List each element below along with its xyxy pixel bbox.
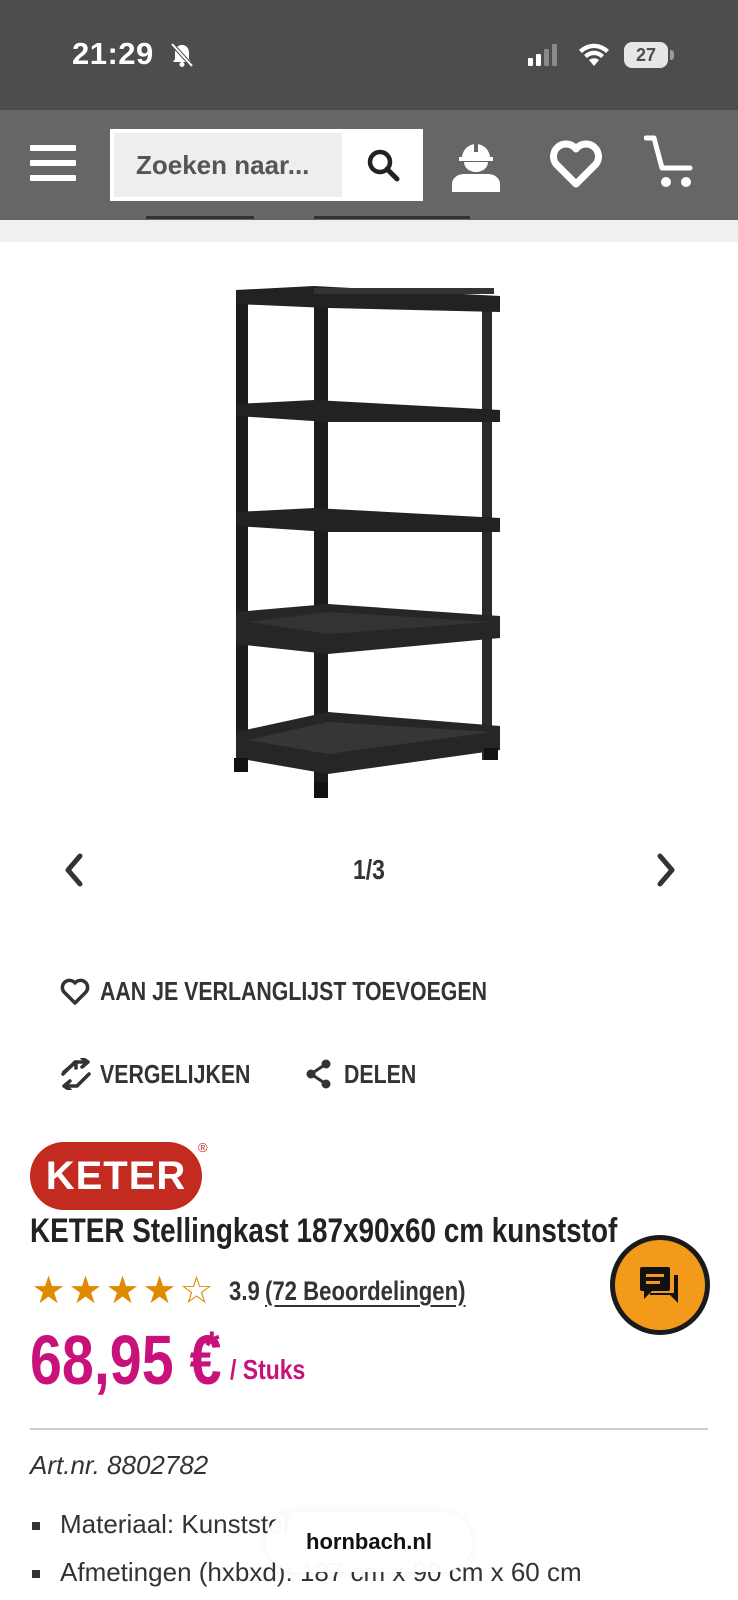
article-number: Art.nr. 8802782 [30, 1450, 209, 1480]
registered-mark: ® [198, 1140, 208, 1155]
product-title: KETER Stellingkast 187x90x60 cm kunststo… [30, 1212, 618, 1250]
divider [30, 1428, 708, 1430]
menu-icon[interactable] [30, 142, 78, 184]
chevron-right-icon [657, 853, 675, 887]
heart-icon [60, 978, 90, 1005]
gallery-counter: 1/3 [353, 854, 385, 885]
price-block: 68,95 € * / Stuks [30, 1320, 305, 1400]
share-label: DELEN [344, 1058, 417, 1089]
battery-icon: 27 [624, 42, 674, 68]
wishlist-heart-icon[interactable] [550, 140, 602, 188]
search-input[interactable] [114, 133, 342, 197]
header-tab-indicator [146, 216, 254, 219]
rating-stars: ★ ★ ★ ★ ☆ [30, 1271, 215, 1311]
status-time: 21:29 [72, 36, 154, 71]
star-empty-icon: ☆ [179, 1270, 214, 1312]
product-rating: ★ ★ ★ ★ ☆ 3.9 (72 Beoordelingen) [30, 1270, 509, 1312]
add-to-wishlist-button[interactable]: AAN JE VERLANGLIJST TOEVOEGEN [60, 976, 572, 1007]
search-box [110, 129, 423, 201]
browser-url-bar[interactable]: hornbach.nl [266, 1512, 472, 1572]
star-full-icon: ★ [105, 1270, 140, 1312]
battery-level: 27 [635, 45, 657, 65]
bell-muted-icon [170, 42, 194, 68]
star-full-icon: ★ [142, 1270, 177, 1312]
compare-label: VERGELIJKEN [100, 1058, 251, 1089]
reviews-link[interactable]: (72 Beoordelingen) [265, 1276, 466, 1307]
compare-arrows-icon [61, 1058, 91, 1090]
header-spacer [0, 220, 738, 242]
gallery-next-button[interactable] [648, 850, 684, 890]
signal-icon [528, 44, 557, 66]
price-unit: / Stuks [230, 1354, 306, 1385]
star-full-icon: ★ [31, 1270, 66, 1312]
account-icon[interactable] [450, 136, 502, 192]
wifi-icon [579, 43, 609, 66]
search-button[interactable] [346, 133, 419, 197]
compare-button[interactable]: VERGELIJKEN [60, 1058, 284, 1090]
site-header [0, 110, 738, 220]
gallery-nav: 1/3 [0, 840, 738, 900]
share-button[interactable]: DELEN [304, 1058, 432, 1090]
chat-button[interactable] [610, 1235, 710, 1335]
price-footnote-marker: * [204, 1324, 220, 1368]
cart-icon[interactable] [644, 134, 700, 190]
price-value: 68,95 € [30, 1321, 222, 1399]
status-bar: 21:29 27 [0, 0, 738, 110]
search-icon [367, 149, 399, 182]
star-full-icon: ★ [68, 1270, 103, 1312]
add-to-wishlist-label: AAN JE VERLANGLIJST TOEVOEGEN [100, 976, 487, 1006]
product-image[interactable] [222, 282, 512, 812]
header-tab-indicator [314, 216, 470, 219]
share-icon [306, 1059, 331, 1089]
brand-logo[interactable]: KETER [30, 1142, 202, 1210]
rating-value: 3.9 [229, 1275, 260, 1306]
chat-bubble-icon [640, 1267, 678, 1303]
